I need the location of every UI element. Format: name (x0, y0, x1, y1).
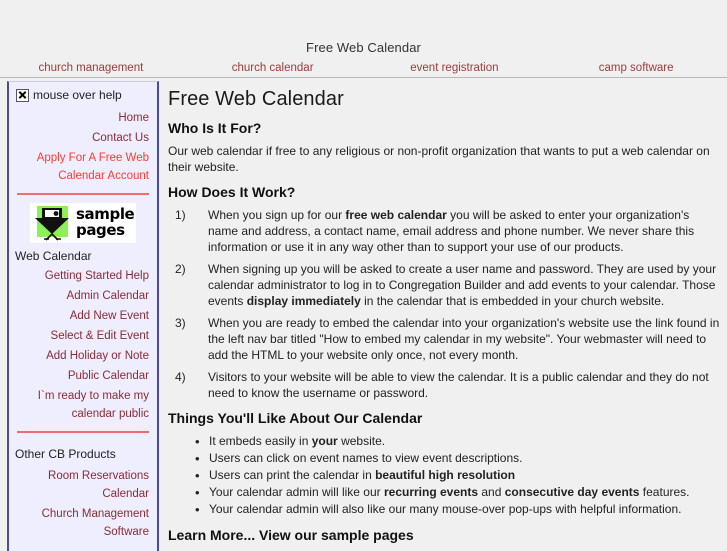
body-text: When you sign up for our (208, 208, 346, 222)
features-list: It embeds easily in your website.Users c… (168, 433, 720, 518)
feature-item: It embeds easily in your website. (195, 433, 720, 450)
list-item-number: 4) (175, 370, 186, 384)
body-text: Users can print the calendar in (209, 468, 376, 482)
emphasis-text: beautiful high resolution (375, 468, 516, 482)
sidebar-section-other-products: Other CB Products (15, 447, 116, 461)
list-item-number: 2) (175, 262, 186, 276)
banner-text-sample: sample (76, 205, 135, 223)
nav-cell: camp software (545, 60, 727, 74)
sidebar-divider-1 (17, 193, 149, 195)
sidebar-item-home[interactable]: Home (13, 110, 149, 126)
broken-image-icon (16, 88, 29, 102)
body-text: It embeds easily in (209, 434, 312, 448)
sidebar-item-public-calendar[interactable]: Public Calendar (13, 368, 149, 384)
sidebar-item-apply-free-account-line2[interactable]: Calendar Account (13, 168, 149, 184)
sidebar-item-church-management-line2[interactable]: Software (13, 524, 149, 540)
emphasis-text: display immediately (246, 294, 361, 308)
sidebar-divider-2 (17, 431, 149, 433)
feature-item: Your calendar admin will like our recurr… (195, 484, 720, 501)
sidebar-item-add-new-event[interactable]: Add New Event (13, 308, 149, 324)
body-text: When you are ready to embed the calendar… (208, 316, 720, 362)
list-item-number: 1) (175, 208, 186, 222)
how-it-works-item: 2) When signing up you will be asked to c… (168, 261, 720, 309)
sidebar-item-apply-free-account-line1[interactable]: Apply For A Free Web (13, 150, 149, 166)
body-text: and (478, 485, 505, 499)
paragraph-who-is-it-for: Our web calendar if free to any religiou… (168, 144, 710, 174)
sidebar-item-contact-us[interactable]: Contact Us (13, 130, 149, 146)
sidebar-other-products-links: Room Reservations Calendar Church Manage… (9, 464, 157, 540)
main-content: Free Web Calendar Who Is It For? Our web… (168, 78, 720, 545)
body-text: Visitors to your website will be able to… (208, 370, 709, 400)
body-text: features. (639, 485, 690, 499)
page-title: Free Web Calendar (168, 88, 344, 110)
sidebar: mouse over help Home Contact Us Apply Fo… (7, 81, 159, 551)
emphasis-text: recurring events (383, 485, 479, 499)
mouse-over-help-row: mouse over help (9, 82, 157, 102)
feature-item: Users can click on event names to view e… (195, 450, 720, 467)
page-body: mouse over help Home Contact Us Apply Fo… (0, 78, 727, 551)
down-arrow-walking-icon (35, 208, 69, 241)
how-it-works-list: 1) When you sign up for our free web cale… (168, 207, 720, 401)
nav-link-church-management[interactable]: church management (38, 62, 143, 74)
nav-link-event-registration[interactable]: event registration (410, 62, 498, 74)
nav-cell: church management (0, 60, 182, 74)
nav-link-camp-software[interactable]: camp software (599, 62, 674, 74)
nav-link-church-calendar[interactable]: church calendar (232, 62, 314, 74)
sidebar-item-room-reservations-line2[interactable]: Calendar (13, 486, 149, 502)
body-text: Your calendar admin will like our (209, 485, 384, 499)
sidebar-web-calendar-links: Getting Started Help Admin Calendar Add … (9, 266, 157, 422)
emphasis-text: consecutive day events (504, 485, 640, 499)
emphasis-text: your (311, 434, 338, 448)
how-it-works-item: 4) Visitors to your website will be able … (168, 369, 720, 401)
body-text: Users can click on event names to view e… (209, 451, 523, 465)
banner-text-pages: pages (76, 221, 125, 239)
sidebar-item-room-reservations-line1[interactable]: Room Reservations (13, 468, 149, 484)
nav-cell: event registration (364, 60, 546, 74)
sidebar-item-select-edit-event[interactable]: Select & Edit Event (13, 328, 149, 344)
nav-cell: church calendar (182, 60, 364, 74)
sidebar-top-links: Home Contact Us Apply For A Free Web Cal… (9, 102, 157, 184)
list-item-number: 3) (175, 316, 186, 330)
sidebar-item-admin-calendar[interactable]: Admin Calendar (13, 288, 149, 304)
sidebar-item-make-calendar-public-line1[interactable]: I`m ready to make my (13, 388, 149, 404)
sidebar-item-church-management-line1[interactable]: Church Management (13, 506, 149, 522)
heading-things-youll-like: Things You'll Like About Our Calendar (168, 410, 423, 426)
how-it-works-item: 3) When you are ready to embed the calend… (168, 315, 720, 363)
sidebar-item-make-calendar-public-line2[interactable]: calendar public (13, 406, 149, 422)
site-title: Free Web Calendar (306, 40, 421, 55)
emphasis-text: free web calendar (345, 208, 447, 222)
heading-learn-more: Learn More... View our sample pages (168, 527, 414, 543)
top-nav: church management church calendar event … (0, 60, 727, 74)
mouse-over-help-label: mouse over help (33, 88, 122, 102)
heading-how-does-it-work: How Does It Work? (168, 184, 296, 200)
body-text: website. (337, 434, 386, 448)
sidebar-item-add-holiday-or-note[interactable]: Add Holiday or Note (13, 348, 149, 364)
body-text: in the calendar that is embedded in your… (360, 294, 665, 308)
body-text: Your calendar admin will also like our m… (209, 502, 682, 516)
feature-item: Your calendar admin will also like our m… (195, 501, 720, 518)
sidebar-section-web-calendar: Web Calendar (15, 249, 92, 263)
sidebar-item-getting-started-help[interactable]: Getting Started Help (13, 268, 149, 284)
sample-pages-banner[interactable]: sample pages (30, 203, 136, 243)
feature-item: Users can print the calendar in beautifu… (195, 467, 720, 484)
how-it-works-item: 1) When you sign up for our free web cale… (168, 207, 720, 255)
top-header: Free Web Calendar church management chur… (0, 0, 727, 78)
heading-who-is-it-for: Who Is It For? (168, 120, 262, 136)
